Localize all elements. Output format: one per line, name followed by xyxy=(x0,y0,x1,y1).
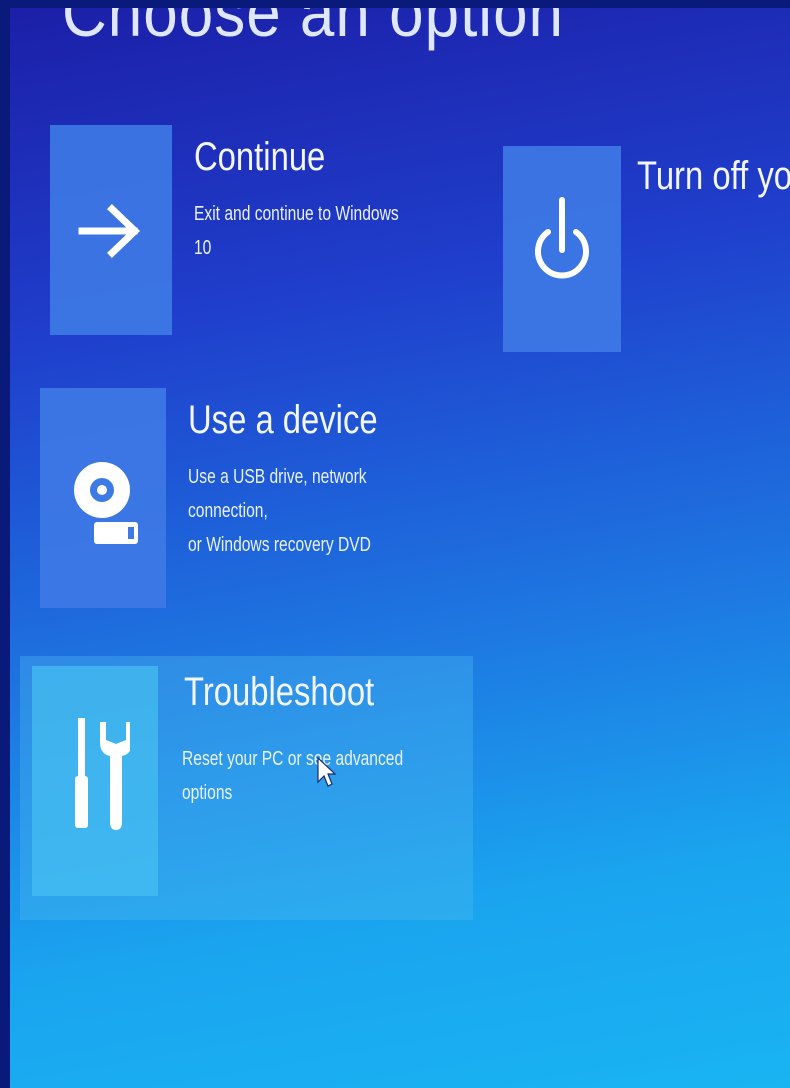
option-description: Reset your PC or see advanced options xyxy=(182,748,404,804)
option-description: Use a USB drive, network connection, or … xyxy=(188,466,371,556)
option-tile xyxy=(40,388,166,608)
option-turn-off[interactable]: Turn off your P xyxy=(503,146,790,352)
mouse-cursor-icon xyxy=(316,756,337,793)
tools-icon xyxy=(70,714,130,834)
power-icon xyxy=(532,194,592,304)
disc-drive-icon xyxy=(72,436,144,552)
option-troubleshoot[interactable]: Troubleshoot Reset your PC or see advanc… xyxy=(20,656,473,920)
option-tile xyxy=(50,125,172,335)
option-title: Use a device xyxy=(188,398,378,442)
page-title: Choose an option xyxy=(62,8,565,52)
option-tile xyxy=(32,666,158,896)
option-title: Continue xyxy=(194,135,326,179)
arrow-right-icon xyxy=(78,203,144,259)
option-title: Troubleshoot xyxy=(184,670,375,714)
option-tile xyxy=(503,146,621,352)
option-description: Exit and continue to Windows 10 xyxy=(194,203,399,259)
recovery-screen: Choose an option Continue Exit and conti… xyxy=(10,8,790,1088)
option-use-device[interactable]: Use a device Use a USB drive, network co… xyxy=(40,388,480,608)
option-title: Turn off your P xyxy=(637,154,790,198)
option-continue[interactable]: Continue Exit and continue to Windows 10 xyxy=(50,125,470,335)
